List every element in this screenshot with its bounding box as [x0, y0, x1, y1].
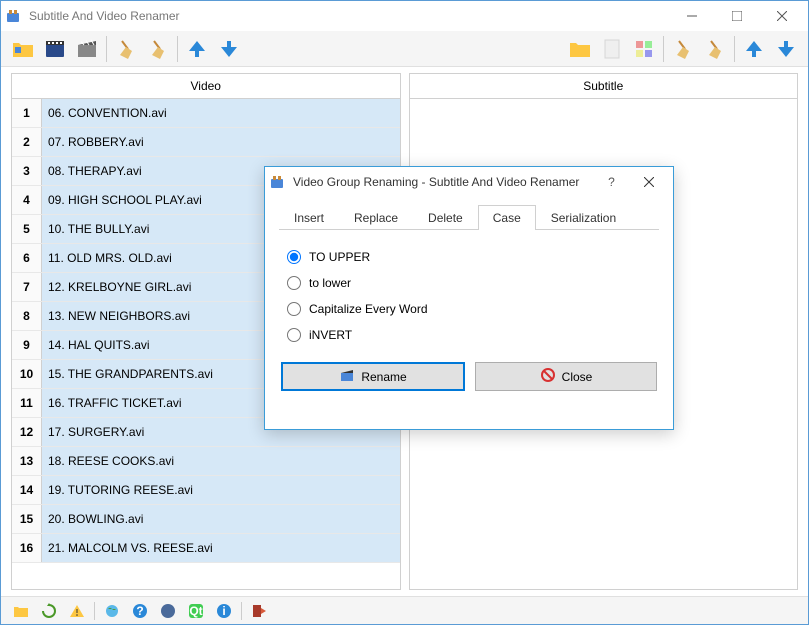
dialog-tabs: Insert Replace Delete Case Serialization: [279, 205, 659, 230]
warning-icon[interactable]: [65, 599, 89, 623]
qt-icon[interactable]: Qt: [184, 599, 208, 623]
row-filename: 06. CONVENTION.avi: [42, 106, 400, 120]
help-icon[interactable]: ?: [128, 599, 152, 623]
close-dialog-button[interactable]: Close: [475, 362, 657, 391]
no-entry-icon: [540, 367, 556, 386]
video-panel-header: Video: [12, 74, 400, 99]
tab-serialization[interactable]: Serialization: [536, 205, 631, 230]
colors-icon[interactable]: [629, 34, 659, 64]
list-item[interactable]: 207. ROBBERY.avi: [12, 128, 400, 157]
rename-button-label: Rename: [361, 370, 406, 384]
document-icon[interactable]: [597, 34, 627, 64]
tab-replace[interactable]: Replace: [339, 205, 413, 230]
row-number: 10: [12, 360, 42, 388]
row-filename: 20. BOWLING.avi: [42, 512, 400, 526]
row-number: 16: [12, 534, 42, 562]
close-dialog-label: Close: [562, 370, 593, 384]
un-icon[interactable]: [156, 599, 180, 623]
row-number: 4: [12, 186, 42, 214]
statusbar: ? Qt i: [1, 596, 808, 624]
app-icon: [5, 8, 21, 24]
close-button[interactable]: [759, 2, 804, 30]
radio-upper[interactable]: TO UPPER: [287, 244, 651, 270]
row-filename: 07. ROBBERY.avi: [42, 135, 400, 149]
row-number: 5: [12, 215, 42, 243]
svg-text:i: i: [222, 604, 225, 618]
list-item[interactable]: 1419. TUTORING REESE.avi: [12, 476, 400, 505]
clapperboard-icon[interactable]: [72, 34, 102, 64]
refresh-icon[interactable]: [37, 599, 61, 623]
maximize-button[interactable]: [714, 2, 759, 30]
radio-capitalize[interactable]: Capitalize Every Word: [287, 296, 651, 322]
exit-icon[interactable]: [247, 599, 271, 623]
broom3-icon[interactable]: [668, 34, 698, 64]
row-number: 8: [12, 302, 42, 330]
row-filename: 19. TUTORING REESE.avi: [42, 483, 400, 497]
dialog-title: Video Group Renaming - Subtitle And Vide…: [291, 175, 594, 189]
rename-button[interactable]: Rename: [281, 362, 465, 391]
radio-invert[interactable]: iNVERT: [287, 322, 651, 348]
svg-text:Qt: Qt: [189, 604, 202, 618]
tab-case-content: TO UPPER to lower Capitalize Every Word …: [279, 230, 659, 362]
tab-case[interactable]: Case: [478, 205, 536, 230]
list-item[interactable]: 1520. BOWLING.avi: [12, 505, 400, 534]
minimize-button[interactable]: [669, 2, 714, 30]
arrow-down-icon[interactable]: [214, 34, 244, 64]
row-number: 15: [12, 505, 42, 533]
clapperboard-small-icon: [339, 367, 355, 386]
rename-dialog: Video Group Renaming - Subtitle And Vide…: [264, 166, 674, 430]
broom2-icon[interactable]: [143, 34, 173, 64]
tab-delete[interactable]: Delete: [413, 205, 478, 230]
row-number: 12: [12, 418, 42, 446]
arrow-down2-icon[interactable]: [771, 34, 801, 64]
info-icon[interactable]: i: [212, 599, 236, 623]
dialog-titlebar: Video Group Renaming - Subtitle And Vide…: [265, 167, 673, 197]
row-number: 6: [12, 244, 42, 272]
main-titlebar: Subtitle And Video Renamer: [1, 1, 808, 31]
broom4-icon[interactable]: [700, 34, 730, 64]
dialog-icon: [269, 174, 285, 190]
row-number: 7: [12, 273, 42, 301]
add-video-files-icon[interactable]: [40, 34, 70, 64]
row-number: 9: [12, 331, 42, 359]
broom1-icon[interactable]: [111, 34, 141, 64]
list-item[interactable]: 1621. MALCOLM VS. REESE.avi: [12, 534, 400, 563]
row-number: 1: [12, 99, 42, 127]
dialog-help-button[interactable]: ?: [594, 168, 629, 196]
list-item[interactable]: 106. CONVENTION.avi: [12, 99, 400, 128]
row-filename: 21. MALCOLM VS. REESE.avi: [42, 541, 400, 555]
arrow-up2-icon[interactable]: [739, 34, 769, 64]
tab-insert[interactable]: Insert: [279, 205, 339, 230]
radio-lower[interactable]: to lower: [287, 270, 651, 296]
window-title: Subtitle And Video Renamer: [27, 9, 669, 23]
subtitle-panel-header: Subtitle: [410, 74, 798, 99]
main-toolbar: [1, 31, 808, 67]
arrow-up-icon[interactable]: [182, 34, 212, 64]
row-number: 13: [12, 447, 42, 475]
list-item[interactable]: 1318. REESE COOKS.avi: [12, 447, 400, 476]
dialog-close-button[interactable]: [629, 168, 669, 196]
row-number: 14: [12, 476, 42, 504]
row-number: 2: [12, 128, 42, 156]
add-subtitle-folder-icon[interactable]: [565, 34, 595, 64]
row-filename: 18. REESE COOKS.avi: [42, 454, 400, 468]
add-video-folder-icon[interactable]: [8, 34, 38, 64]
folder-open-icon[interactable]: [9, 599, 33, 623]
globe-icon[interactable]: [100, 599, 124, 623]
svg-text:?: ?: [136, 604, 143, 618]
row-number: 11: [12, 389, 42, 417]
row-number: 3: [12, 157, 42, 185]
